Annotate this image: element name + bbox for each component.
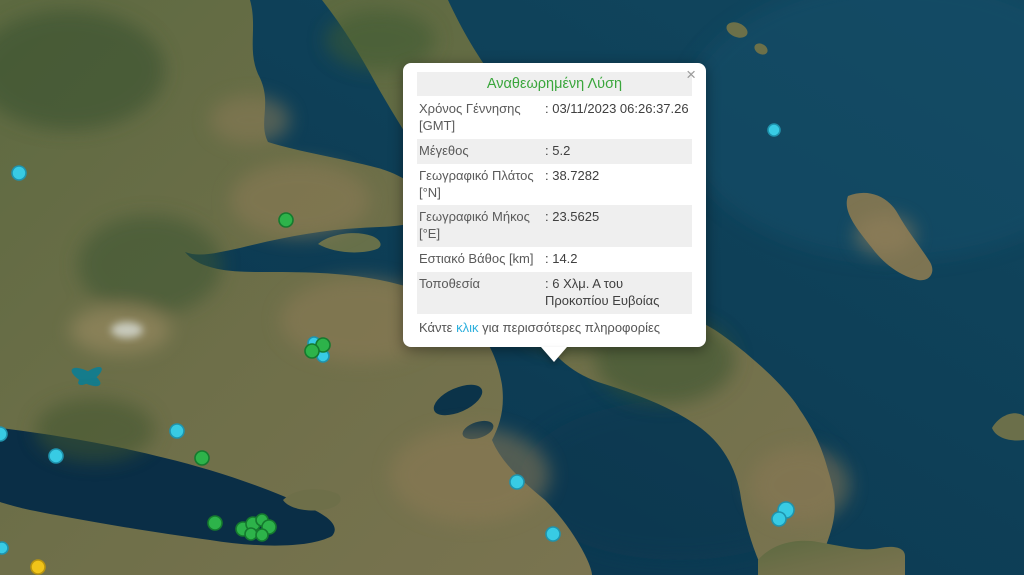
row-location: Τοποθεσία : 6 Χλμ. Α του Προκοπίου Ευβοί… [417,272,692,314]
seismic-event-marker-old[interactable] [31,560,45,574]
seismic-event-marker-earlier[interactable] [245,528,257,540]
seismic-event-marker-recent[interactable] [170,424,184,438]
seismic-event-marker-recent[interactable] [49,449,63,463]
row-origin-time: Χρόνος Γέννησης [GMT] : 03/11/2023 06:26… [417,97,692,139]
seismic-event-marker-recent[interactable] [772,512,786,526]
row-latitude: Γεωγραφικό Πλάτος [°N] : 38.7282 [417,164,692,206]
popup-tail [541,347,567,362]
seismic-event-marker-earlier[interactable] [305,344,319,358]
more-info-link[interactable]: κλικ [456,320,478,335]
close-icon[interactable]: × [684,66,698,83]
seismic-event-marker-earlier[interactable] [256,529,268,541]
seismic-event-marker-earlier[interactable] [208,516,222,530]
row-longitude: Γεωγραφικό Μήκος [°E] : 23.5625 [417,205,692,247]
seismic-event-marker-recent[interactable] [0,542,8,554]
popup-footer: Κάντε κλικ για περισσότερες πληροφορίες [417,314,692,343]
row-depth: Εστιακό Βάθος [km] : 14.2 [417,247,692,272]
seismic-map-view[interactable]: × Αναθεωρημένη Λύση Χρόνος Γέννησης [GMT… [0,0,1024,575]
seismic-event-marker-recent[interactable] [768,124,780,136]
seismic-event-marker-earlier[interactable] [279,213,293,227]
seismic-event-marker-recent[interactable] [0,427,7,441]
earthquake-info-popup: × Αναθεωρημένη Λύση Χρόνος Γέννησης [GMT… [403,63,706,347]
popup-title: Αναθεωρημένη Λύση [417,72,692,96]
row-magnitude: Μέγεθος : 5.2 [417,139,692,164]
seismic-event-marker-recent[interactable] [546,527,560,541]
seismic-event-marker-earlier[interactable] [195,451,209,465]
seismic-event-marker-recent[interactable] [12,166,26,180]
seismic-event-marker-recent[interactable] [510,475,524,489]
